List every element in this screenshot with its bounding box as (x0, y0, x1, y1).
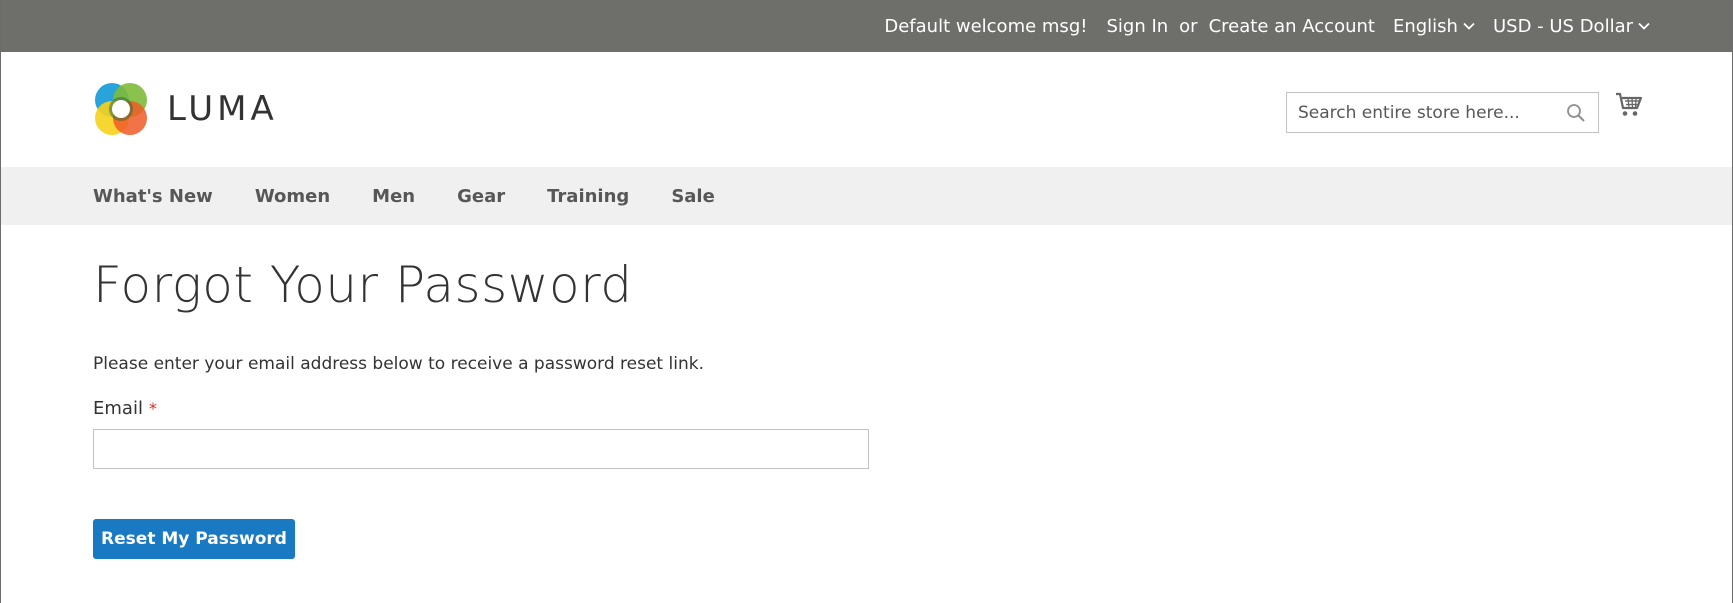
nav-item-women[interactable]: Women (255, 186, 330, 207)
instruction-text: Please enter your email address below to… (93, 354, 704, 374)
or-separator: or (1179, 15, 1198, 37)
top-bar: Default welcome msg! Sign In or Create a… (1, 0, 1732, 52)
required-marker: * (148, 399, 157, 418)
language-label: English (1392, 15, 1458, 37)
reset-password-button[interactable]: Reset My Password (93, 519, 295, 559)
luma-logo[interactable]: LUMA (93, 81, 278, 137)
currency-label: USD - US Dollar (1492, 15, 1633, 37)
language-switcher[interactable]: English (1393, 16, 1475, 37)
email-label-text: Email (93, 398, 143, 419)
search-input[interactable] (1298, 94, 1558, 131)
search-icon[interactable] (1566, 103, 1586, 127)
header: LUMA (1, 52, 1732, 167)
nav-item-training[interactable]: Training (547, 186, 629, 207)
nav-item-gear[interactable]: Gear (457, 186, 505, 207)
page-title: Forgot Your Password (93, 256, 633, 314)
luma-logo-mark (95, 83, 147, 135)
create-account-link[interactable]: Create an Account (1209, 16, 1375, 37)
nav-item-men[interactable]: Men (372, 186, 415, 207)
welcome-message: Default welcome msg! (884, 15, 1088, 37)
chevron-down-icon (1463, 22, 1475, 30)
page: Default welcome msg! Sign In or Create a… (0, 0, 1733, 603)
cart-icon[interactable] (1615, 92, 1643, 122)
nav-item-whats-new[interactable]: What's New (93, 186, 213, 207)
search-box (1286, 92, 1599, 133)
currency-switcher[interactable]: USD - US Dollar (1493, 16, 1650, 37)
logo-text: LUMA (167, 89, 278, 129)
email-field[interactable] (93, 429, 869, 469)
nav-item-sale[interactable]: Sale (671, 186, 715, 207)
email-label: Email * (93, 398, 1732, 419)
main-content: Forgot Your Password Please enter your e… (1, 255, 1732, 559)
main-navigation: What's New Women Men Gear Training Sale (1, 167, 1732, 225)
sign-in-link[interactable]: Sign In (1106, 16, 1168, 37)
chevron-down-icon (1638, 22, 1650, 30)
